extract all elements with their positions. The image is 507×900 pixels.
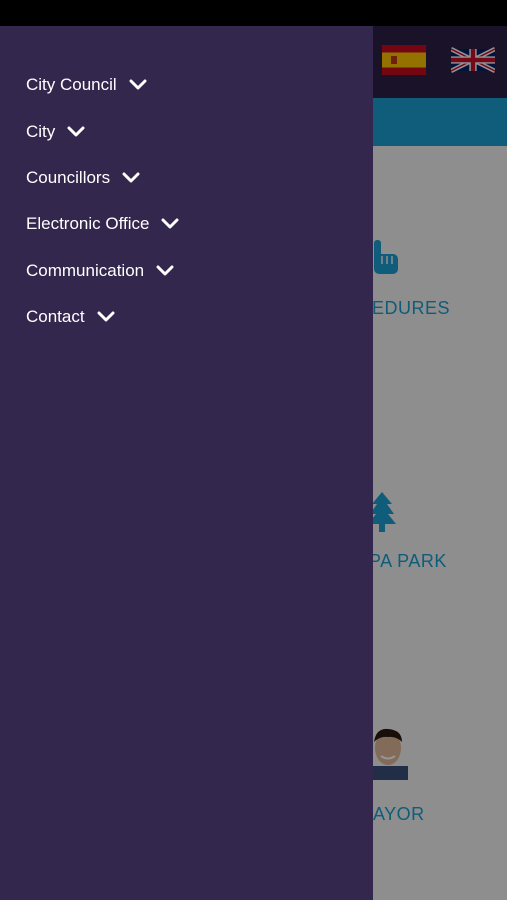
- menu-item-label: City: [26, 121, 56, 141]
- menu-item-communication[interactable]: Communication: [26, 248, 373, 294]
- chevron-down-icon: [156, 265, 174, 276]
- menu-item-label: Electronic Office: [26, 214, 150, 234]
- chevron-down-icon: [129, 79, 147, 90]
- chevron-down-icon: [161, 218, 179, 229]
- menu-item-city-council[interactable]: City Council: [26, 62, 373, 108]
- menu-item-contact[interactable]: Contact: [26, 294, 373, 340]
- drawer-menu: City Council City Councillors Electronic…: [0, 26, 373, 340]
- menu-item-label: Councillors: [26, 167, 111, 187]
- menu-item-councillors[interactable]: Councillors: [26, 155, 373, 201]
- menu-item-city[interactable]: City: [26, 108, 373, 154]
- menu-item-electronic-office[interactable]: Electronic Office: [26, 201, 373, 247]
- chevron-down-icon: [97, 311, 115, 322]
- menu-item-label: Communication: [26, 260, 145, 280]
- menu-item-label: City Council: [26, 75, 117, 95]
- chevron-down-icon: [67, 126, 85, 137]
- status-bar: [0, 0, 507, 26]
- menu-item-label: Contact: [26, 307, 85, 327]
- navigation-drawer: City Council City Councillors Electronic…: [0, 26, 373, 900]
- chevron-down-icon: [122, 172, 140, 183]
